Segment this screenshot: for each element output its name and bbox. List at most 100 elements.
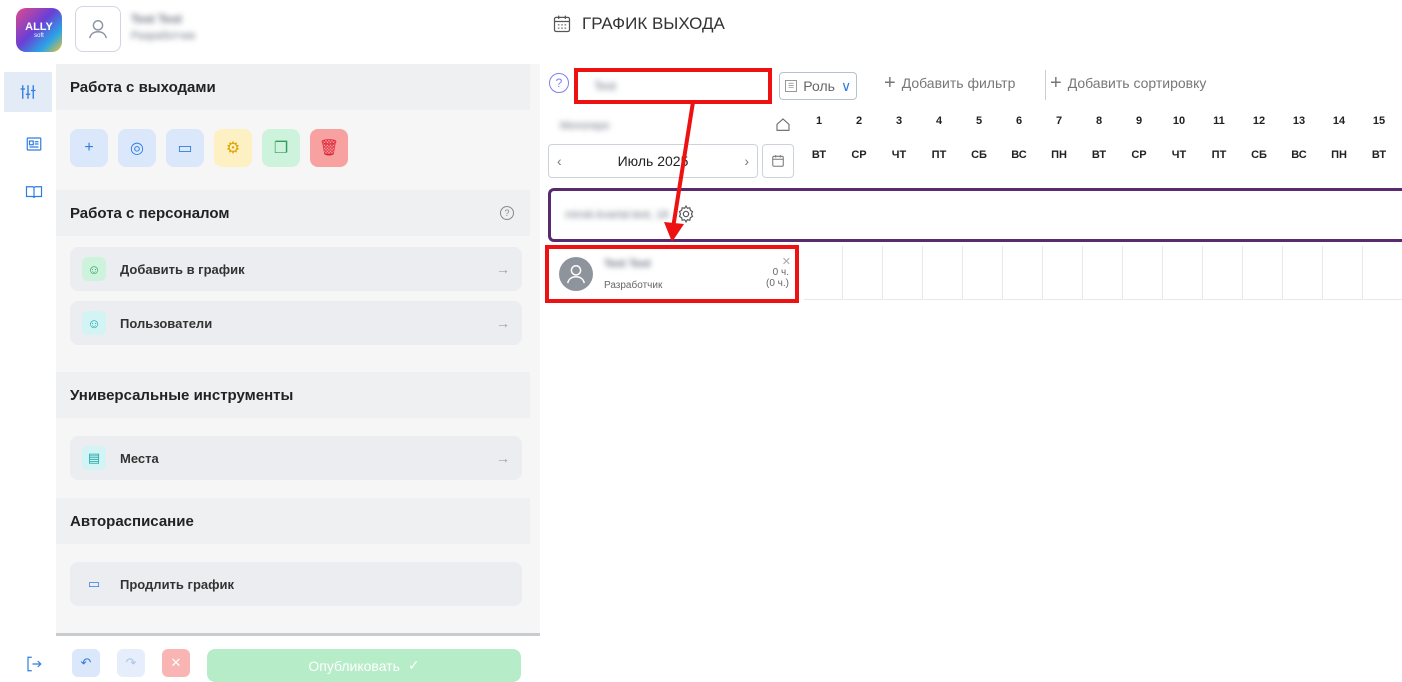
book-icon[interactable]	[14, 176, 54, 208]
day-column-header: 5 СБ	[959, 115, 999, 161]
day-number: 4	[935, 115, 943, 127]
day-column-header: 7 ПН	[1039, 115, 1079, 161]
day-weekday: ПН	[1051, 149, 1067, 161]
users-label: Пользователи	[120, 315, 213, 331]
trash-button[interactable]: 🗑	[310, 129, 348, 167]
day-weekday: ЧТ	[1171, 149, 1187, 161]
day-number: 11	[1213, 115, 1225, 127]
cancel-button[interactable]: ✕	[162, 649, 190, 677]
document-icon: ▭	[177, 140, 193, 157]
document-button[interactable]: ▭	[166, 129, 204, 167]
schedule-cell[interactable]	[1044, 246, 1083, 300]
calendar-picker-button[interactable]	[762, 144, 794, 178]
day-weekday: ПН	[1331, 149, 1347, 161]
add-filter-button[interactable]: + Добавить фильтр	[884, 73, 1015, 93]
help-icon[interactable]: ?	[549, 73, 569, 93]
schedule-cell[interactable]	[1004, 246, 1043, 300]
day-column-header: 6 ВС	[999, 115, 1039, 161]
publish-label: Опубликовать	[308, 657, 400, 674]
day-column-header: 11 ПТ	[1199, 115, 1239, 161]
employee-role: Разработчик	[604, 280, 663, 291]
extend-schedule-label: Продлить график	[120, 576, 234, 592]
sliders-icon[interactable]	[4, 72, 52, 112]
day-weekday: СР	[1131, 149, 1147, 161]
chevron-down-icon: ∨	[840, 77, 852, 94]
schedule-cell[interactable]	[1204, 246, 1243, 300]
day-weekday: ВТ	[811, 149, 827, 161]
day-column-header: 2 СР	[839, 115, 879, 161]
building-icon: ▤	[82, 446, 106, 470]
user-icon	[89, 20, 107, 39]
user-icon: ☺	[82, 257, 106, 281]
day-weekday: ВС	[1291, 149, 1307, 161]
publish-button[interactable]: Опубликовать ✓	[207, 649, 521, 682]
day-weekday: ЧТ	[891, 149, 907, 161]
places-item[interactable]: ▤ Места →	[70, 436, 522, 480]
schedule-cell[interactable]	[1244, 246, 1283, 300]
day-number: 14	[1332, 115, 1346, 127]
chevron-right-icon[interactable]: ›	[744, 153, 749, 169]
search-value: Test	[594, 79, 617, 93]
gear-icon[interactable]	[676, 204, 696, 227]
copy-icon: ❐	[273, 140, 289, 157]
id-card-icon[interactable]	[14, 128, 54, 160]
arrow-right-icon: →	[496, 450, 510, 466]
schedule-cell[interactable]	[924, 246, 963, 300]
help-icon[interactable]: ?	[500, 206, 514, 220]
day-column-header: 1 ВТ	[799, 115, 839, 161]
day-column-header: 13 ВС	[1279, 115, 1319, 161]
schedule-cell[interactable]	[964, 246, 1003, 300]
redo-button[interactable]: ↷	[117, 649, 145, 677]
schedule-cell[interactable]	[884, 246, 923, 300]
logout-icon[interactable]	[14, 648, 54, 680]
day-column-header: 10 ЧТ	[1159, 115, 1199, 161]
day-number: 7	[1055, 115, 1063, 127]
user-role: Разработчик	[131, 30, 196, 42]
day-weekday: ВТ	[1091, 149, 1107, 161]
day-column-header: 15 ВТ	[1359, 115, 1399, 161]
month-navigator: ‹ Июль 2025 ›	[548, 144, 758, 178]
employee-hours: 0 ч. (0 ч.)	[766, 267, 789, 289]
user-icon: ☺	[82, 311, 106, 335]
page-title-text: ГРАФИК ВЫХОДА	[582, 14, 725, 33]
home-icon[interactable]	[775, 117, 791, 138]
add-sort-label: Добавить сортировку	[1067, 75, 1207, 91]
undo-button[interactable]: ↶	[72, 649, 100, 677]
user-name: Test Test	[131, 12, 182, 26]
page-title: ГРАФИК ВЫХОДА	[552, 14, 725, 34]
employee-card[interactable]: Test Test Разработчик ✕ 0 ч. (0 ч.)	[545, 245, 799, 303]
add-to-schedule-item[interactable]: ☺ Добавить в график →	[70, 247, 522, 291]
role-filter-dropdown[interactable]: ☰ Роль ∨	[779, 72, 858, 100]
day-weekday: СБ	[1251, 149, 1267, 161]
schedule-cell[interactable]	[1284, 246, 1323, 300]
schedule-cell[interactable]	[1164, 246, 1203, 300]
copy-button[interactable]: ❐	[262, 129, 300, 167]
day-column-header: 3 ЧТ	[879, 115, 919, 161]
add-sort-button[interactable]: + Добавить сортировку	[1050, 73, 1207, 93]
app-logo[interactable]: ALLY soft	[16, 8, 62, 52]
schedule-cell[interactable]	[804, 246, 843, 300]
schedule-cell[interactable]	[1324, 246, 1363, 300]
chevron-left-icon[interactable]: ‹	[557, 153, 562, 169]
panel-scrollbar[interactable]	[56, 633, 540, 636]
settings-button[interactable]: ⚙	[214, 129, 252, 167]
plus-button[interactable]: +	[70, 129, 108, 167]
schedule-cell[interactable]	[1364, 246, 1402, 300]
day-number: 15	[1372, 115, 1386, 127]
users-item[interactable]: ☺ Пользователи →	[70, 301, 522, 345]
section-tools-title: Универсальные инструменты	[56, 372, 530, 418]
day-weekday: ВС	[1011, 149, 1027, 161]
arrow-right-icon: →	[496, 315, 510, 331]
schedule-cell[interactable]	[844, 246, 883, 300]
role-icon: ☰	[785, 80, 798, 92]
search-user-button[interactable]: ◎	[118, 129, 156, 167]
location-group-bar[interactable]: minsk.kvartal.test, 18	[548, 188, 1402, 242]
avatar[interactable]	[75, 6, 121, 52]
schedule-cell[interactable]	[1124, 246, 1163, 300]
extend-schedule-item[interactable]: ▭ Продлить график	[70, 562, 522, 606]
search-input[interactable]: Test	[574, 68, 772, 104]
settings-icon: ⚙	[225, 140, 241, 157]
day-column-header: 12 СБ	[1239, 115, 1279, 161]
schedule-cell[interactable]	[1084, 246, 1123, 300]
day-number: 3	[895, 115, 903, 127]
